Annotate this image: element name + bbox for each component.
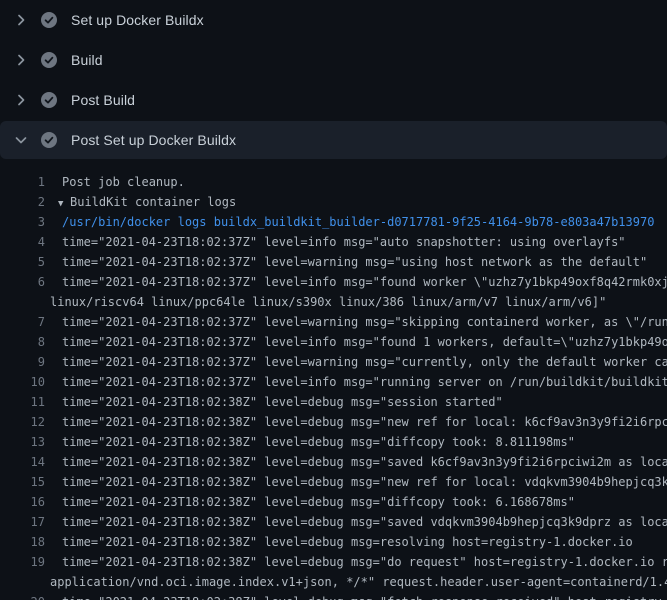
check-circle-icon <box>41 12 57 28</box>
log-line: 6 time="2021-04-23T18:02:37Z" level=info … <box>0 272 667 292</box>
log-line: 19 time="2021-04-23T18:02:38Z" level=debu… <box>0 552 667 572</box>
log-line: 12 time="2021-04-23T18:02:38Z" level=debu… <box>0 412 667 432</box>
log-line: 13 time="2021-04-23T18:02:38Z" level=debu… <box>0 432 667 452</box>
log-line: 3/usr/bin/docker logs buildx_buildkit_bu… <box>0 212 667 232</box>
line-number[interactable]: 7 <box>0 312 45 332</box>
check-circle-icon <box>41 132 57 148</box>
log-line: 1 Post job cleanup. <box>0 172 667 192</box>
check-circle-icon <box>41 52 57 68</box>
step-label: Set up Docker Buildx <box>71 12 204 28</box>
log-text: time="2021-04-23T18:02:37Z" level=warnin… <box>62 312 667 332</box>
step-row[interactable]: Set up Docker Buildx <box>0 0 667 40</box>
log-text: time="2021-04-23T18:02:37Z" level=warnin… <box>62 252 647 272</box>
log-line: 18 time="2021-04-23T18:02:38Z" level=debu… <box>0 532 667 552</box>
log-text: time="2021-04-23T18:02:38Z" level=debug … <box>62 432 575 452</box>
log-text: time="2021-04-23T18:02:37Z" level=info m… <box>62 372 667 392</box>
line-number[interactable]: 17 <box>0 512 45 532</box>
log-text: time="2021-04-23T18:02:38Z" level=debug … <box>62 512 667 532</box>
line-number[interactable]: 3 <box>0 212 45 232</box>
line-number[interactable]: 14 <box>0 452 45 472</box>
log-text: time="2021-04-23T18:02:37Z" level=info m… <box>62 272 667 292</box>
log-line: 4 time="2021-04-23T18:02:37Z" level=info … <box>0 232 667 252</box>
log-line: application/vnd.oci.image.index.v1+json,… <box>0 572 667 592</box>
log-command-text: /usr/bin/docker logs buildx_buildkit_bui… <box>62 212 654 232</box>
line-number[interactable]: 8 <box>0 332 45 352</box>
chevron-down-icon[interactable] <box>13 132 29 148</box>
check-circle-icon <box>41 92 57 108</box>
log-text: time="2021-04-23T18:02:38Z" level=debug … <box>62 492 575 512</box>
log-text: Post job cleanup. <box>62 172 185 192</box>
line-number[interactable]: 18 <box>0 532 45 552</box>
line-number[interactable]: 6 <box>0 272 45 292</box>
log-line: 11 time="2021-04-23T18:02:38Z" level=debu… <box>0 392 667 412</box>
step-row[interactable]: Build <box>0 40 667 80</box>
chevron-right-icon[interactable] <box>13 92 29 108</box>
step-label: Build <box>71 52 103 68</box>
log-area: 1 Post job cleanup. 2 ▼BuildKit container l… <box>0 160 667 600</box>
line-number[interactable]: 2 <box>0 192 45 212</box>
step-row[interactable]: Post Build <box>0 80 667 120</box>
log-text: application/vnd.oci.image.index.v1+json,… <box>50 572 667 592</box>
step-row[interactable]: Post Set up Docker Buildx <box>0 121 667 159</box>
log-text: time="2021-04-23T18:02:38Z" level=debug … <box>62 592 667 600</box>
line-number[interactable]: 1 <box>0 172 45 192</box>
line-number[interactable]: 10 <box>0 372 45 392</box>
steps-list: Set up Docker Buildx Build Post Build Post … <box>0 0 667 159</box>
line-number[interactable]: 16 <box>0 492 45 512</box>
line-number[interactable]: 4 <box>0 232 45 252</box>
actions-log-viewer: Set up Docker Buildx Build Post Build Post … <box>0 0 667 600</box>
step-label: Post Set up Docker Buildx <box>71 132 236 148</box>
line-number[interactable]: 11 <box>0 392 45 412</box>
log-line: 15 time="2021-04-23T18:02:38Z" level=debu… <box>0 472 667 492</box>
log-line: 5 time="2021-04-23T18:02:37Z" level=warni… <box>0 252 667 272</box>
line-number[interactable]: 20 <box>0 592 45 600</box>
log-text: time="2021-04-23T18:02:38Z" level=debug … <box>62 472 667 492</box>
log-text: linux/riscv64 linux/ppc64le linux/s390x … <box>50 292 606 312</box>
log-text: time="2021-04-23T18:02:38Z" level=debug … <box>62 412 667 432</box>
log-text: time="2021-04-23T18:02:38Z" level=debug … <box>62 532 633 552</box>
log-line: 2 ▼BuildKit container logs <box>0 192 667 212</box>
line-number[interactable]: 15 <box>0 472 45 492</box>
log-text: time="2021-04-23T18:02:38Z" level=debug … <box>62 552 667 572</box>
log-line: 17 time="2021-04-23T18:02:38Z" level=debu… <box>0 512 667 532</box>
log-line: 16 time="2021-04-23T18:02:38Z" level=debu… <box>0 492 667 512</box>
log-text: time="2021-04-23T18:02:38Z" level=debug … <box>62 392 503 412</box>
log-line: 9 time="2021-04-23T18:02:37Z" level=warni… <box>0 352 667 372</box>
chevron-right-icon[interactable] <box>13 52 29 68</box>
line-number[interactable]: 5 <box>0 252 45 272</box>
log-line: 10 time="2021-04-23T18:02:37Z" level=info… <box>0 372 667 392</box>
log-text: BuildKit container logs <box>70 192 236 212</box>
log-line: 20 time="2021-04-23T18:02:38Z" level=debu… <box>0 592 667 600</box>
log-line: 7 time="2021-04-23T18:02:37Z" level=warni… <box>0 312 667 332</box>
log-text: time="2021-04-23T18:02:37Z" level=info m… <box>62 332 667 352</box>
log-text: time="2021-04-23T18:02:38Z" level=debug … <box>62 452 667 472</box>
log-text: time="2021-04-23T18:02:37Z" level=warnin… <box>62 352 667 372</box>
line-number[interactable]: 12 <box>0 412 45 432</box>
log-line: 8 time="2021-04-23T18:02:37Z" level=info … <box>0 332 667 352</box>
log-text: time="2021-04-23T18:02:37Z" level=info m… <box>62 232 626 252</box>
line-number[interactable]: 9 <box>0 352 45 372</box>
step-label: Post Build <box>71 92 135 108</box>
line-number[interactable]: 19 <box>0 552 45 572</box>
line-number[interactable]: 13 <box>0 432 45 452</box>
chevron-right-icon[interactable] <box>13 12 29 28</box>
log-line: linux/riscv64 linux/ppc64le linux/s390x … <box>0 292 667 312</box>
log-line: 14 time="2021-04-23T18:02:38Z" level=debu… <box>0 452 667 472</box>
collapse-triangle-icon[interactable]: ▼ <box>58 194 70 214</box>
